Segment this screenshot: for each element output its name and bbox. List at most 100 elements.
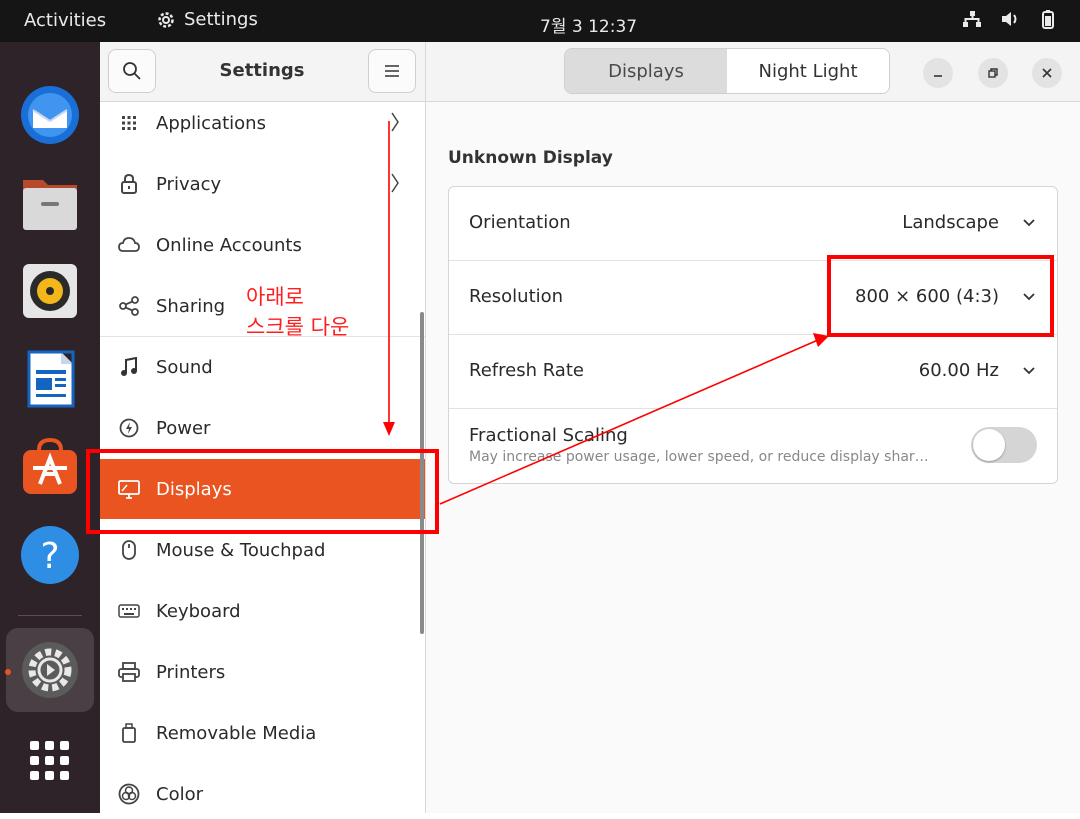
maximize-button[interactable] bbox=[978, 58, 1008, 88]
color-icon bbox=[118, 783, 140, 805]
sidebar-header: Settings bbox=[100, 42, 425, 102]
settings-icon bbox=[22, 642, 78, 698]
system-tray[interactable] bbox=[962, 9, 1058, 29]
sidebar-item-label: Color bbox=[156, 783, 203, 805]
search-icon bbox=[123, 62, 141, 80]
mouse-icon bbox=[118, 539, 140, 561]
show-apps-launcher[interactable] bbox=[17, 728, 83, 794]
hamburger-menu-icon bbox=[385, 65, 399, 77]
app-menu[interactable]: Settings bbox=[156, 9, 258, 30]
screen-bottom-edge bbox=[0, 813, 1080, 819]
fractional-scaling-subtitle: May increase power usage, lower speed, o… bbox=[469, 449, 929, 465]
tab-night-light[interactable]: Night Light bbox=[727, 49, 889, 93]
sidebar-item-label: Online Accounts bbox=[156, 234, 302, 256]
orientation-label: Orientation bbox=[469, 212, 571, 233]
sidebar-item-label: Mouse & Touchpad bbox=[156, 539, 326, 561]
keyboard-icon bbox=[118, 600, 140, 622]
refresh-rate-value: 60.00 Hz bbox=[918, 360, 999, 381]
chevron-right-icon bbox=[391, 112, 399, 132]
annotation-text-line1: 아래로 bbox=[246, 285, 304, 309]
sidebar-item-label: Removable Media bbox=[156, 722, 317, 744]
svg-text:?: ? bbox=[40, 536, 59, 577]
tab-displays[interactable]: Displays bbox=[565, 49, 727, 93]
show-apps-icon bbox=[30, 741, 69, 780]
gear-icon bbox=[158, 11, 174, 28]
sidebar-item-color[interactable]: Color bbox=[100, 764, 425, 813]
grid-icon bbox=[118, 112, 140, 134]
files-icon bbox=[23, 180, 77, 230]
orientation-row[interactable]: Orientation Landscape bbox=[449, 187, 1057, 261]
chevron-right-icon bbox=[391, 173, 399, 193]
rhythmbox-icon bbox=[23, 264, 77, 318]
battery-icon bbox=[1042, 10, 1054, 29]
app-name: Settings bbox=[184, 9, 258, 30]
printer-icon bbox=[118, 661, 140, 683]
thunderbird-launcher[interactable] bbox=[17, 82, 83, 148]
sidebar-item-label: Applications bbox=[156, 112, 266, 134]
help-icon: ? bbox=[21, 526, 79, 584]
settings-launcher[interactable] bbox=[17, 637, 83, 703]
sidebar-item-sound[interactable]: Sound bbox=[100, 337, 425, 397]
cloud-icon bbox=[118, 234, 140, 256]
dock: ? bbox=[0, 42, 100, 819]
sidebar-item-applications[interactable]: Applications bbox=[100, 93, 425, 153]
close-icon bbox=[1042, 68, 1052, 78]
music-note-icon bbox=[118, 356, 140, 378]
chevron-down-icon bbox=[1023, 367, 1035, 375]
sidebar-item-keyboard[interactable]: Keyboard bbox=[100, 581, 425, 641]
share-icon bbox=[118, 295, 140, 317]
view-switcher: Displays Night Light bbox=[564, 48, 890, 94]
orientation-value: Landscape bbox=[902, 212, 999, 233]
files-launcher[interactable] bbox=[17, 170, 83, 236]
sidebar-item-label: Sharing bbox=[156, 295, 226, 317]
clock[interactable]: 7월 3 12:37 bbox=[540, 12, 637, 37]
activities-button[interactable]: Activities bbox=[24, 10, 106, 31]
sidebar-title: Settings bbox=[219, 60, 305, 81]
close-button[interactable] bbox=[1032, 58, 1062, 88]
dock-separator bbox=[18, 615, 82, 616]
thunderbird-icon bbox=[21, 86, 79, 144]
volume-icon bbox=[1002, 12, 1017, 26]
writer-launcher[interactable] bbox=[17, 346, 83, 412]
fractional-scaling-switch[interactable] bbox=[971, 427, 1037, 463]
minimize-icon bbox=[934, 75, 942, 77]
settings-sidebar: Applications Privacy Online Accounts Sha… bbox=[100, 42, 426, 813]
annotation-displays-highlight bbox=[86, 449, 439, 534]
rhythmbox-launcher[interactable] bbox=[17, 258, 83, 324]
sidebar-item-privacy[interactable]: Privacy bbox=[100, 154, 425, 214]
fractional-scaling-label: Fractional Scaling bbox=[469, 425, 628, 446]
sidebar-item-label: Power bbox=[156, 417, 211, 439]
refresh-rate-row[interactable]: Refresh Rate 60.00 Hz bbox=[449, 335, 1057, 409]
sidebar-item-label: Sound bbox=[156, 356, 213, 378]
sidebar-item-printers[interactable]: Printers bbox=[100, 642, 425, 702]
media-icon bbox=[118, 722, 140, 744]
main-menu-button[interactable] bbox=[368, 49, 416, 93]
header-bar: Displays Night Light bbox=[426, 42, 1080, 102]
network-icon bbox=[963, 11, 981, 27]
display-name-heading: Unknown Display bbox=[448, 148, 613, 168]
annotation-resolution-highlight bbox=[827, 255, 1054, 337]
switch-knob bbox=[973, 429, 1005, 461]
search-button[interactable] bbox=[108, 49, 156, 93]
lock-icon bbox=[118, 173, 140, 195]
minimize-button[interactable] bbox=[923, 58, 953, 88]
annotation-text-line2: 스크롤 다운 bbox=[246, 315, 350, 339]
resolution-label: Resolution bbox=[469, 286, 564, 307]
power-icon bbox=[118, 417, 140, 439]
refresh-rate-label: Refresh Rate bbox=[469, 360, 584, 381]
restore-icon bbox=[988, 68, 998, 78]
sidebar-item-label: Keyboard bbox=[156, 600, 241, 622]
sidebar-item-label: Printers bbox=[156, 661, 226, 683]
sidebar-item-label: Privacy bbox=[156, 173, 222, 195]
running-indicator bbox=[5, 669, 11, 675]
fractional-scaling-row: Fractional Scaling May increase power us… bbox=[449, 409, 1057, 483]
software-icon bbox=[23, 437, 77, 494]
top-bar: Activities Settings 7월 3 12:37 bbox=[0, 0, 1080, 42]
help-launcher[interactable]: ? bbox=[17, 522, 83, 588]
displays-panel: Displays Night Light Unknown Display Ori… bbox=[426, 42, 1080, 813]
chevron-down-icon bbox=[1023, 219, 1035, 227]
writer-icon bbox=[27, 350, 75, 408]
sidebar-item-online-accounts[interactable]: Online Accounts bbox=[100, 215, 425, 275]
software-launcher[interactable] bbox=[17, 434, 83, 500]
sidebar-item-removable-media[interactable]: Removable Media bbox=[100, 703, 425, 763]
